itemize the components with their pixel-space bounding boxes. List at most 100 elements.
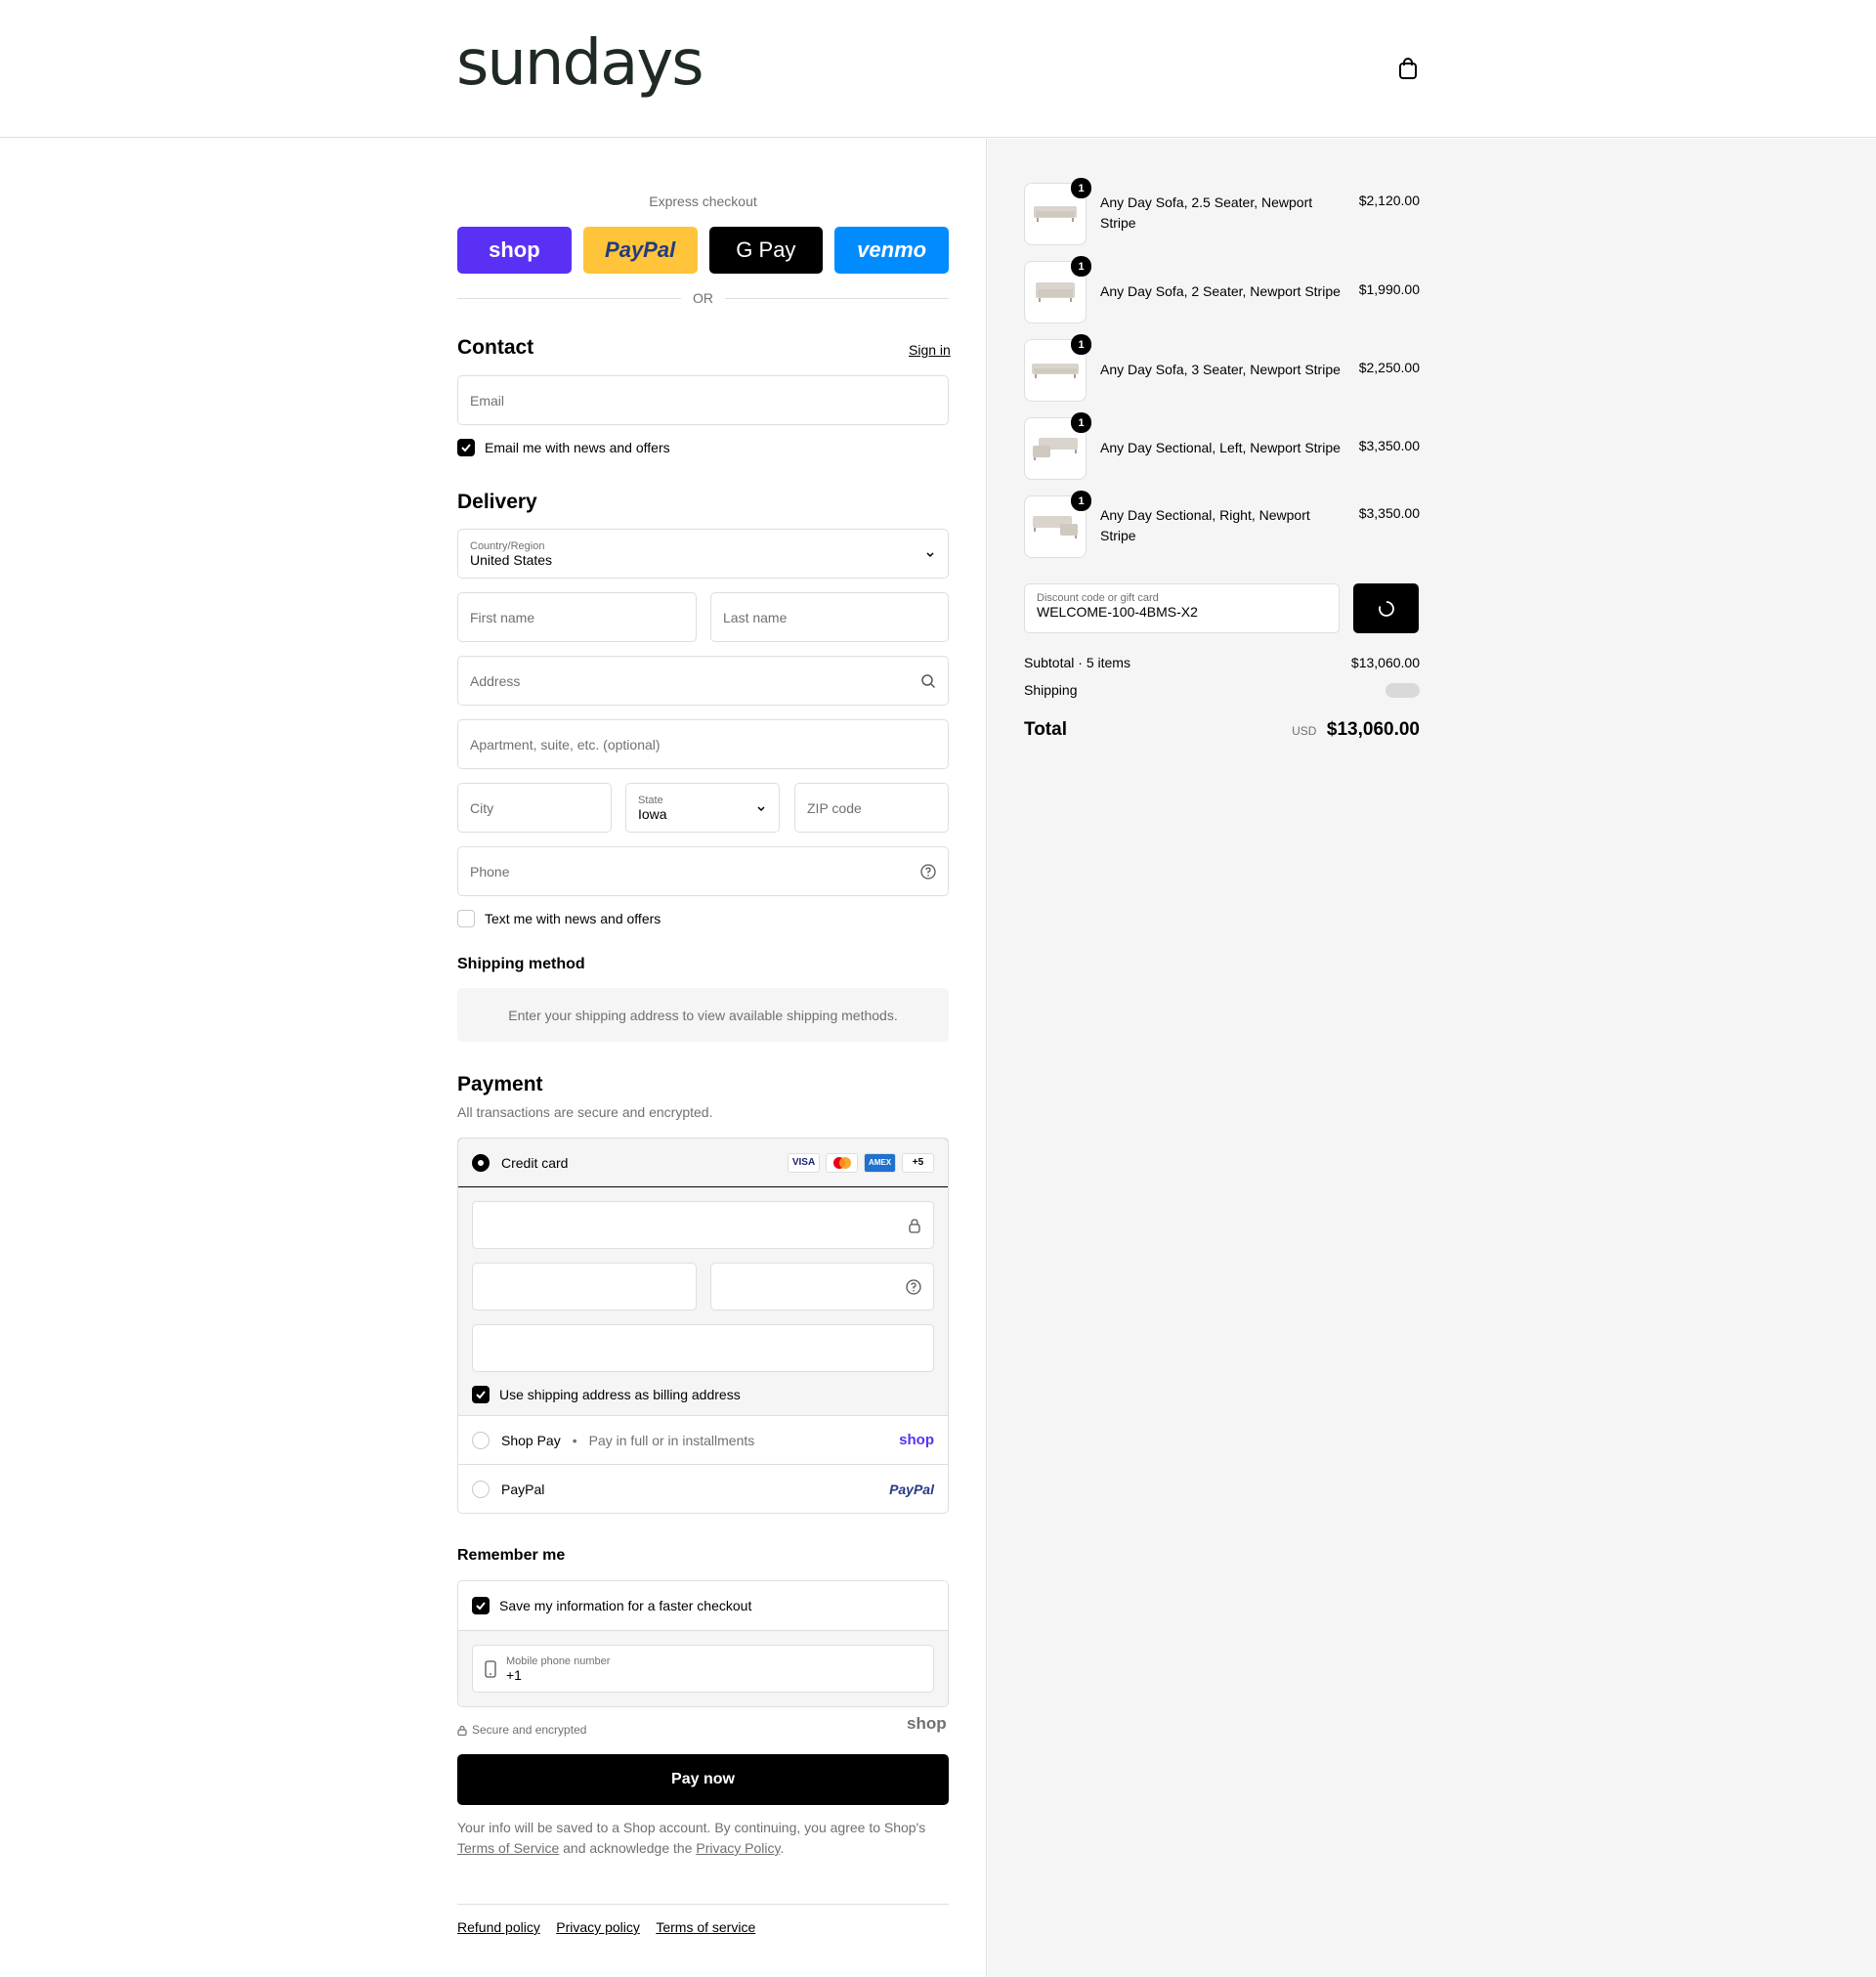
phone-field[interactable]: Phone [457,846,949,896]
credit-card-form: Use shipping address as billing address [458,1187,948,1415]
product-price: $2,250.00 [1358,360,1420,375]
delivery-heading: Delivery [457,491,537,513]
product-name: Any Day Sofa, 3 Seater, Newport Stripe [1100,362,1341,377]
billing-address-label: Use shipping address as billing address [499,1387,741,1402]
mobile-phone-icon [485,1659,496,1678]
help-circle-icon[interactable] [920,863,936,880]
refund-policy-link[interactable]: Refund policy [457,1919,540,1935]
state-select[interactable]: State Iowa [625,783,780,833]
quantity-badge: 1 [1071,491,1091,511]
quantity-badge: 1 [1071,334,1091,355]
credit-card-option[interactable]: Credit card VISA AMEX +5 [458,1139,948,1187]
shop-pay-option[interactable]: Shop Pay • Pay in full or in installment… [458,1415,948,1464]
credit-card-label: Credit card [501,1154,569,1171]
more-cards-badge: +5 [902,1152,934,1173]
mobile-phone-field[interactable]: Mobile phone number +1 [472,1645,934,1693]
expiration-date-field[interactable] [472,1263,697,1311]
currency-code: USD [1292,724,1317,738]
subtotal-value: $13,060.00 [1350,655,1420,670]
lock-icon [457,1725,467,1736]
city-field[interactable]: City [457,783,612,833]
radio-selected-icon[interactable] [472,1153,490,1172]
radio-unselected-icon[interactable] [472,1480,490,1498]
terms-of-service-footer-link[interactable]: Terms of service [656,1919,755,1935]
card-number-field[interactable] [472,1201,934,1249]
text-news-row[interactable]: Text me with news and offers [457,910,661,927]
mobile-phone-section: Mobile phone number +1 [458,1630,948,1706]
shipping-label: Shipping [1024,682,1078,698]
venmo-express-button[interactable]: venmo [834,227,949,274]
visa-icon: VISA [788,1152,820,1173]
google-pay-express-button[interactable]: G Pay [708,227,824,274]
save-info-row[interactable]: Save my information for a faster checkou… [458,1581,948,1630]
discount-code-field[interactable]: Discount code or gift card WELCOME-100-4… [1024,583,1340,633]
paypal-option[interactable]: PayPal PayPal [458,1464,948,1513]
payment-heading: Payment [457,1073,543,1096]
product-price: $1,990.00 [1358,281,1420,297]
chevron-down-icon [926,551,934,557]
sectional-sofa-icon [1033,438,1078,460]
product-price: $3,350.00 [1358,505,1420,521]
quantity-badge: 1 [1071,178,1091,198]
product-name: Any Day Sofa, 2.5 Seater, Newport Stripe [1100,194,1313,231]
checkbox-checked-icon[interactable] [457,439,475,456]
shop-pay-express-button[interactable]: shop [457,227,572,274]
checkbox-checked-icon[interactable] [472,1386,490,1403]
product-thumbnail: 1 [1024,412,1091,480]
express-checkout-title: Express checkout [649,193,757,209]
shopping-bag-icon[interactable] [1397,57,1419,80]
apartment-field[interactable]: Apartment, suite, etc. (optional) [457,719,949,769]
first-name-field[interactable]: First name [457,592,697,642]
subtotal-label: Subtotal · 5 items [1024,655,1130,670]
help-circle-icon[interactable] [906,1278,921,1295]
total-row: Total USD $13,060.00 [1024,719,1420,741]
security-code-field[interactable] [709,1263,934,1311]
address-field[interactable]: Address [457,656,949,706]
product-thumbnail: 1 [1024,334,1091,402]
billing-address-row[interactable]: Use shipping address as billing address [472,1386,934,1403]
shop-logo: shop [907,1714,947,1733]
checkbox-checked-icon[interactable] [472,1597,490,1614]
chevron-down-icon [757,805,765,811]
email-news-row[interactable]: Email me with news and offers [457,439,670,456]
email-field[interactable]: Email [457,375,949,425]
privacy-policy-footer-link[interactable]: Privacy policy [556,1919,640,1935]
terms-of-service-link[interactable]: Terms of Service [457,1840,559,1856]
paypal-express-button[interactable]: PayPal [582,227,698,274]
product-thumbnail: 1 [1024,256,1091,323]
sofa-icon [1032,364,1079,378]
email-news-label: Email me with news and offers [485,440,670,455]
contact-heading: Contact [457,336,534,359]
country-select[interactable]: Country/Region United States [457,529,949,579]
or-label: OR [693,290,713,306]
shop-logo: shop [899,1432,934,1448]
mastercard-icon [826,1152,858,1173]
shop-pay-label: Shop Pay [501,1432,561,1448]
name-on-card-field[interactable] [472,1324,934,1372]
header: sundays [0,0,1876,138]
checkbox-unchecked-icon[interactable] [457,910,475,927]
secure-row: Secure and encrypted [457,1723,586,1737]
zip-field[interactable]: ZIP code [794,783,949,833]
subtotal-row: Subtotal · 5 items $13,060.00 [1024,655,1420,670]
product-price: $3,350.00 [1358,438,1420,453]
sign-in-link[interactable]: Sign in [909,342,951,358]
brand-logo[interactable]: sundays [456,27,704,100]
or-divider: OR [457,290,949,306]
footer-divider [457,1904,949,1905]
payment-methods: Credit card VISA AMEX +5 Use shipping ad… [457,1138,949,1514]
radio-unselected-icon[interactable] [472,1431,490,1449]
pay-now-button[interactable]: Pay now [457,1754,949,1805]
product-thumbnail: 1 [1024,178,1091,245]
paypal-logo: PayPal [889,1481,934,1497]
privacy-policy-link[interactable]: Privacy Policy [696,1840,780,1856]
apply-discount-button[interactable] [1353,583,1419,633]
shop-pay-note: Pay in full or in installments [588,1432,755,1448]
shipping-method-heading: Shipping method [457,956,585,972]
line-item: 1 Any Day Sofa, 2 Seater, Newport Stripe… [1024,256,1420,323]
save-info-label: Save my information for a faster checkou… [499,1598,752,1613]
last-name-field[interactable]: Last name [710,592,949,642]
footer-links: Refund policy Privacy policy Terms of se… [457,1919,949,1937]
lock-icon [909,1218,920,1233]
sectional-sofa-icon [1033,516,1078,538]
